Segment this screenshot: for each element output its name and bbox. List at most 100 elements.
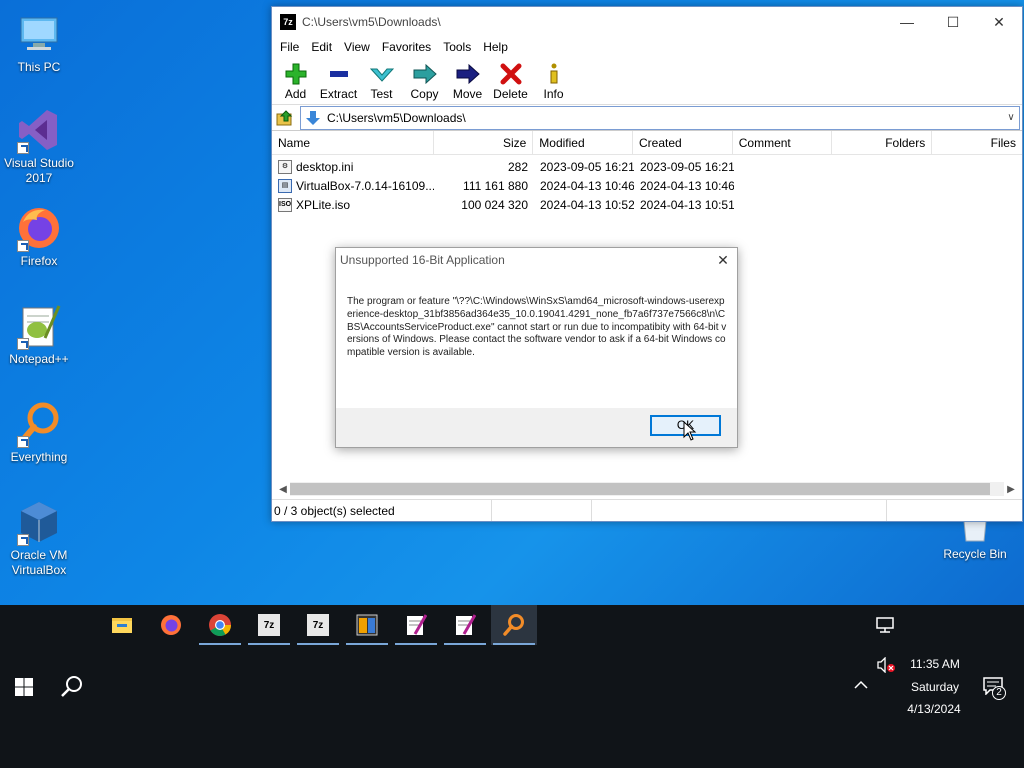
file-modified: 2023-09-05 16:21 — [540, 159, 634, 174]
minimize-button[interactable]: — — [884, 7, 930, 37]
chevron-down-icon[interactable]: ∨ — [1003, 112, 1019, 123]
app-window-icon — [356, 614, 378, 636]
status-pane-3 — [592, 500, 887, 521]
menu-file[interactable]: File — [274, 40, 305, 54]
taskbar-app-window[interactable] — [344, 605, 390, 645]
action-center-button[interactable]: 2 — [981, 675, 1007, 701]
error-dialog: Unsupported 16-Bit Application ✕ The pro… — [335, 247, 738, 448]
dialog-title: Unsupported 16-Bit Application — [340, 253, 505, 267]
window-title: C:\Users\vm5\Downloads\ — [302, 15, 441, 29]
menu-bar: File Edit View Favorites Tools Help — [272, 37, 1022, 57]
menu-help[interactable]: Help — [477, 40, 514, 54]
magnifier-icon — [15, 400, 63, 448]
menu-favorites[interactable]: Favorites — [376, 40, 437, 54]
desktop-icon-label: Firefox — [20, 254, 58, 268]
network-icon — [876, 617, 894, 633]
desktop-icon-label: This PC — [17, 60, 61, 74]
add-label: Add — [284, 87, 307, 101]
address-combobox[interactable]: C:\Users\vm5\Downloads\ ∨ — [300, 105, 1020, 130]
virtualbox-icon — [15, 498, 63, 546]
up-folder-button[interactable] — [274, 107, 296, 129]
status-pane-2 — [492, 500, 592, 521]
desktop-icon-recycle-bin[interactable]: Recycle Bin — [937, 515, 1013, 562]
speaker-muted-icon[interactable] — [876, 657, 896, 673]
windows-start-icon[interactable] — [12, 675, 36, 699]
search-icon[interactable] — [60, 674, 84, 698]
minus-icon — [329, 71, 348, 77]
shortcut-arrow-icon — [17, 436, 29, 448]
list-item[interactable]: ▤ VirtualBox-7.0.14-16109... 111 161 880 … — [272, 176, 1022, 195]
delete-button[interactable]: Delete — [489, 61, 532, 104]
scroll-right-icon[interactable]: ▶ — [1004, 484, 1018, 495]
menu-view[interactable]: View — [338, 40, 376, 54]
chrome-icon — [209, 614, 231, 636]
desktop-icon-firefox[interactable]: Firefox — [1, 204, 77, 269]
list-item[interactable]: ISO XPLite.iso 100 024 320 2024-04-13 10:… — [272, 195, 1022, 214]
extract-label: Extract — [319, 87, 358, 101]
desktop-icon-notepad-plus-plus[interactable]: Notepad++ — [1, 302, 77, 367]
column-folders[interactable]: Folders — [832, 131, 933, 154]
file-name: VirtualBox-7.0.14-16109... — [296, 178, 434, 193]
file-created: 2023-09-05 16:21 — [640, 159, 734, 174]
desktop-icon-visual-studio[interactable]: Visual Studio 2017 — [1, 106, 77, 186]
extract-button[interactable]: Extract — [317, 61, 360, 104]
copy-button[interactable]: Copy — [403, 61, 446, 104]
title-bar[interactable]: 7z C:\Users\vm5\Downloads\ — ☐ ✕ — [272, 7, 1022, 37]
desktop-icon-this-pc[interactable]: This PC — [1, 10, 77, 75]
maximize-button[interactable]: ☐ — [930, 7, 976, 37]
test-button[interactable]: Test — [360, 61, 403, 104]
file-created: 2024-04-13 10:51 — [640, 197, 734, 212]
clock-day[interactable]: Saturday — [904, 680, 966, 694]
column-modified[interactable]: Modified — [533, 131, 634, 154]
scroll-left-icon[interactable]: ◀ — [276, 484, 290, 495]
taskbar-firefox[interactable] — [148, 605, 194, 645]
scroll-track[interactable] — [290, 482, 1004, 496]
address-path: C:\Users\vm5\Downloads\ — [327, 110, 466, 125]
info-label: Info — [543, 87, 564, 101]
status-bar: 0 / 3 object(s) selected — [272, 499, 1022, 521]
desktop-icon-virtualbox[interactable]: Oracle VM VirtualBox — [1, 498, 77, 578]
toolbar: Add Extract Test Copy Move Delete Info — [272, 57, 1022, 105]
notepad-icon — [407, 614, 427, 635]
taskbar-notepad-2[interactable] — [442, 605, 488, 645]
desktop-icon-label: Everything — [10, 450, 68, 464]
shortcut-arrow-icon — [17, 240, 29, 252]
column-size[interactable]: Size — [434, 131, 534, 154]
taskbar: 7z 7z 11:35 AM Saturday 4/13/2024 2 — [0, 605, 1024, 768]
info-button[interactable]: Info — [532, 61, 575, 104]
firefox-icon — [161, 615, 181, 635]
dialog-close-button[interactable]: ✕ — [709, 252, 737, 269]
move-button[interactable]: Move — [446, 61, 489, 104]
taskbar-chrome[interactable] — [197, 605, 243, 645]
folder-icon — [112, 618, 132, 633]
taskbar-network-tray[interactable] — [862, 605, 908, 645]
menu-edit[interactable]: Edit — [305, 40, 338, 54]
menu-tools[interactable]: Tools — [437, 40, 477, 54]
column-files[interactable]: Files — [932, 131, 1022, 154]
list-item[interactable]: ⚙ desktop.ini 282 2023-09-05 16:21 2023-0… — [272, 157, 1022, 176]
taskbar-file-explorer[interactable] — [99, 605, 145, 645]
horizontal-scrollbar[interactable]: ◀ ▶ — [276, 481, 1018, 497]
dialog-message: The program or feature "\??\C:\Windows\W… — [336, 272, 737, 408]
column-name[interactable]: Name — [272, 131, 434, 154]
add-button[interactable]: Add — [274, 61, 317, 104]
clock-time[interactable]: 11:35 AM — [904, 657, 966, 671]
chevron-up-icon[interactable] — [854, 680, 868, 690]
clock-date[interactable]: 4/13/2024 — [900, 702, 968, 716]
notification-count-badge: 2 — [992, 686, 1006, 700]
taskbar-7zip-1[interactable]: 7z — [246, 605, 292, 645]
close-button[interactable]: ✕ — [976, 7, 1022, 37]
visual-studio-icon — [15, 106, 63, 154]
shortcut-arrow-icon — [17, 142, 29, 154]
taskbar-notepad-1[interactable] — [393, 605, 439, 645]
dialog-title-bar[interactable]: Unsupported 16-Bit Application ✕ — [336, 248, 737, 272]
desktop-icon-everything[interactable]: Everything — [1, 400, 77, 465]
magnifier-icon — [503, 614, 524, 636]
column-created[interactable]: Created — [633, 131, 733, 154]
column-comment[interactable]: Comment — [733, 131, 833, 154]
taskbar-7zip-2[interactable]: 7z — [295, 605, 341, 645]
desktop-icon-label: Oracle VM VirtualBox — [10, 548, 68, 577]
mouse-cursor-icon — [683, 421, 697, 441]
taskbar-everything[interactable] — [491, 605, 537, 645]
scroll-thumb[interactable] — [290, 483, 990, 495]
